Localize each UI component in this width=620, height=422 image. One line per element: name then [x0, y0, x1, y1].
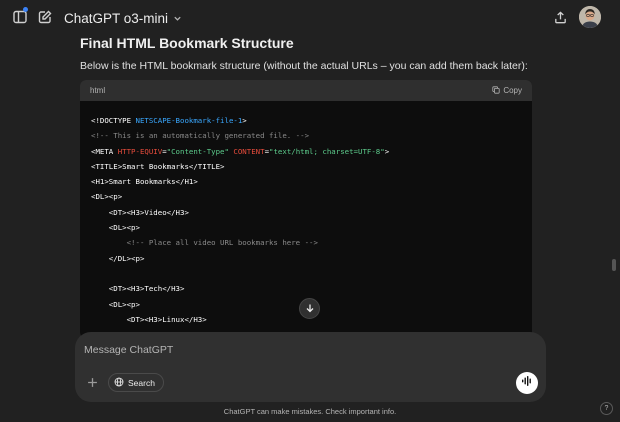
plus-icon[interactable]	[84, 374, 100, 390]
code-token: <TITLE>Smart Bookmarks</TITLE>	[91, 161, 225, 171]
code-token: NETSCAPE-Bookmark-file-1	[135, 116, 243, 125]
search-label: Search	[128, 377, 155, 388]
code-line: </DL><p>	[91, 251, 532, 266]
code-token: <H1>Smart Bookmarks</H1>	[91, 177, 198, 187]
code-line: <DL><p>	[91, 220, 532, 235]
code-header: html Copy	[80, 80, 532, 101]
code-token: <DT><H3>Tech</H3>	[91, 284, 185, 294]
code-token: <!-- This is an automatically generated …	[91, 131, 310, 141]
code-token: <META	[91, 146, 118, 156]
search-button[interactable]: Search	[108, 373, 164, 392]
code-language-label: html	[90, 86, 106, 95]
model-switcher[interactable]: ChatGPT o3-mini	[64, 9, 182, 27]
code-token: >	[384, 146, 390, 156]
scrollbar-thumb[interactable]	[612, 259, 616, 271]
voice-wave-icon	[521, 374, 533, 392]
code-token: >	[242, 116, 247, 125]
share-icon[interactable]	[551, 8, 569, 26]
code-token: <DT><H3>Linux</H3>	[91, 314, 207, 324]
code-token: <DL><p>	[91, 223, 140, 233]
code-token: <!-- Place all video URL bookmarks here …	[91, 238, 318, 248]
response-intro: Below is the HTML bookmark structure (wi…	[80, 60, 528, 72]
code-token: "Content-Type"	[166, 146, 229, 156]
code-token: <DL><p>	[91, 299, 140, 309]
footer-disclaimer: ChatGPT can make mistakes. Check importa…	[223, 407, 397, 416]
message-composer: Search	[75, 332, 546, 402]
code-line: <TITLE>Smart Bookmarks</TITLE>	[91, 159, 532, 174]
arrow-down-icon	[305, 300, 315, 318]
code-token: <DT><H3>Video</H3>	[91, 207, 189, 217]
notification-dot	[23, 7, 28, 12]
avatar[interactable]	[579, 6, 601, 28]
new-chat-icon[interactable]	[36, 8, 54, 26]
code-line: <!-- This is an automatically generated …	[91, 128, 532, 143]
globe-icon	[114, 377, 124, 389]
code-line: <DT><H3>Video</H3>	[91, 205, 532, 220]
code-line: <!DOCTYPE NETSCAPE-Bookmark-file-1>	[91, 113, 532, 128]
help-button[interactable]: ?	[600, 402, 613, 415]
code-line: <H1>Smart Bookmarks</H1>	[91, 174, 532, 189]
copy-icon	[492, 85, 500, 96]
copy-button[interactable]: Copy	[492, 85, 522, 96]
message-input[interactable]	[84, 341, 524, 359]
code-token: HTTP-EQUIV	[117, 146, 163, 156]
model-name: ChatGPT o3-mini	[64, 10, 169, 26]
code-token: <DL><p>	[91, 192, 123, 202]
scroll-to-bottom-button[interactable]	[299, 298, 320, 319]
code-line: <META HTTP-EQUIV="Content-Type" CONTENT=…	[91, 144, 532, 159]
code-token: CONTENT	[233, 146, 265, 156]
voice-mode-button[interactable]	[516, 372, 538, 394]
copy-label: Copy	[503, 86, 522, 95]
code-line: <DT><H3>Tech</H3>	[91, 281, 532, 296]
code-token: <!DOCTYPE	[91, 116, 136, 125]
code-line: <!-- Place all video URL bookmarks here …	[91, 235, 532, 250]
top-bar: ChatGPT o3-mini	[0, 0, 620, 34]
response-heading: Final HTML Bookmark Structure	[80, 35, 294, 51]
chevron-down-icon	[173, 11, 182, 26]
code-token: "text/html; charset=UTF-8"	[269, 146, 385, 156]
code-line: <DL><p>	[91, 189, 532, 204]
code-token: </DL><p>	[91, 253, 145, 263]
